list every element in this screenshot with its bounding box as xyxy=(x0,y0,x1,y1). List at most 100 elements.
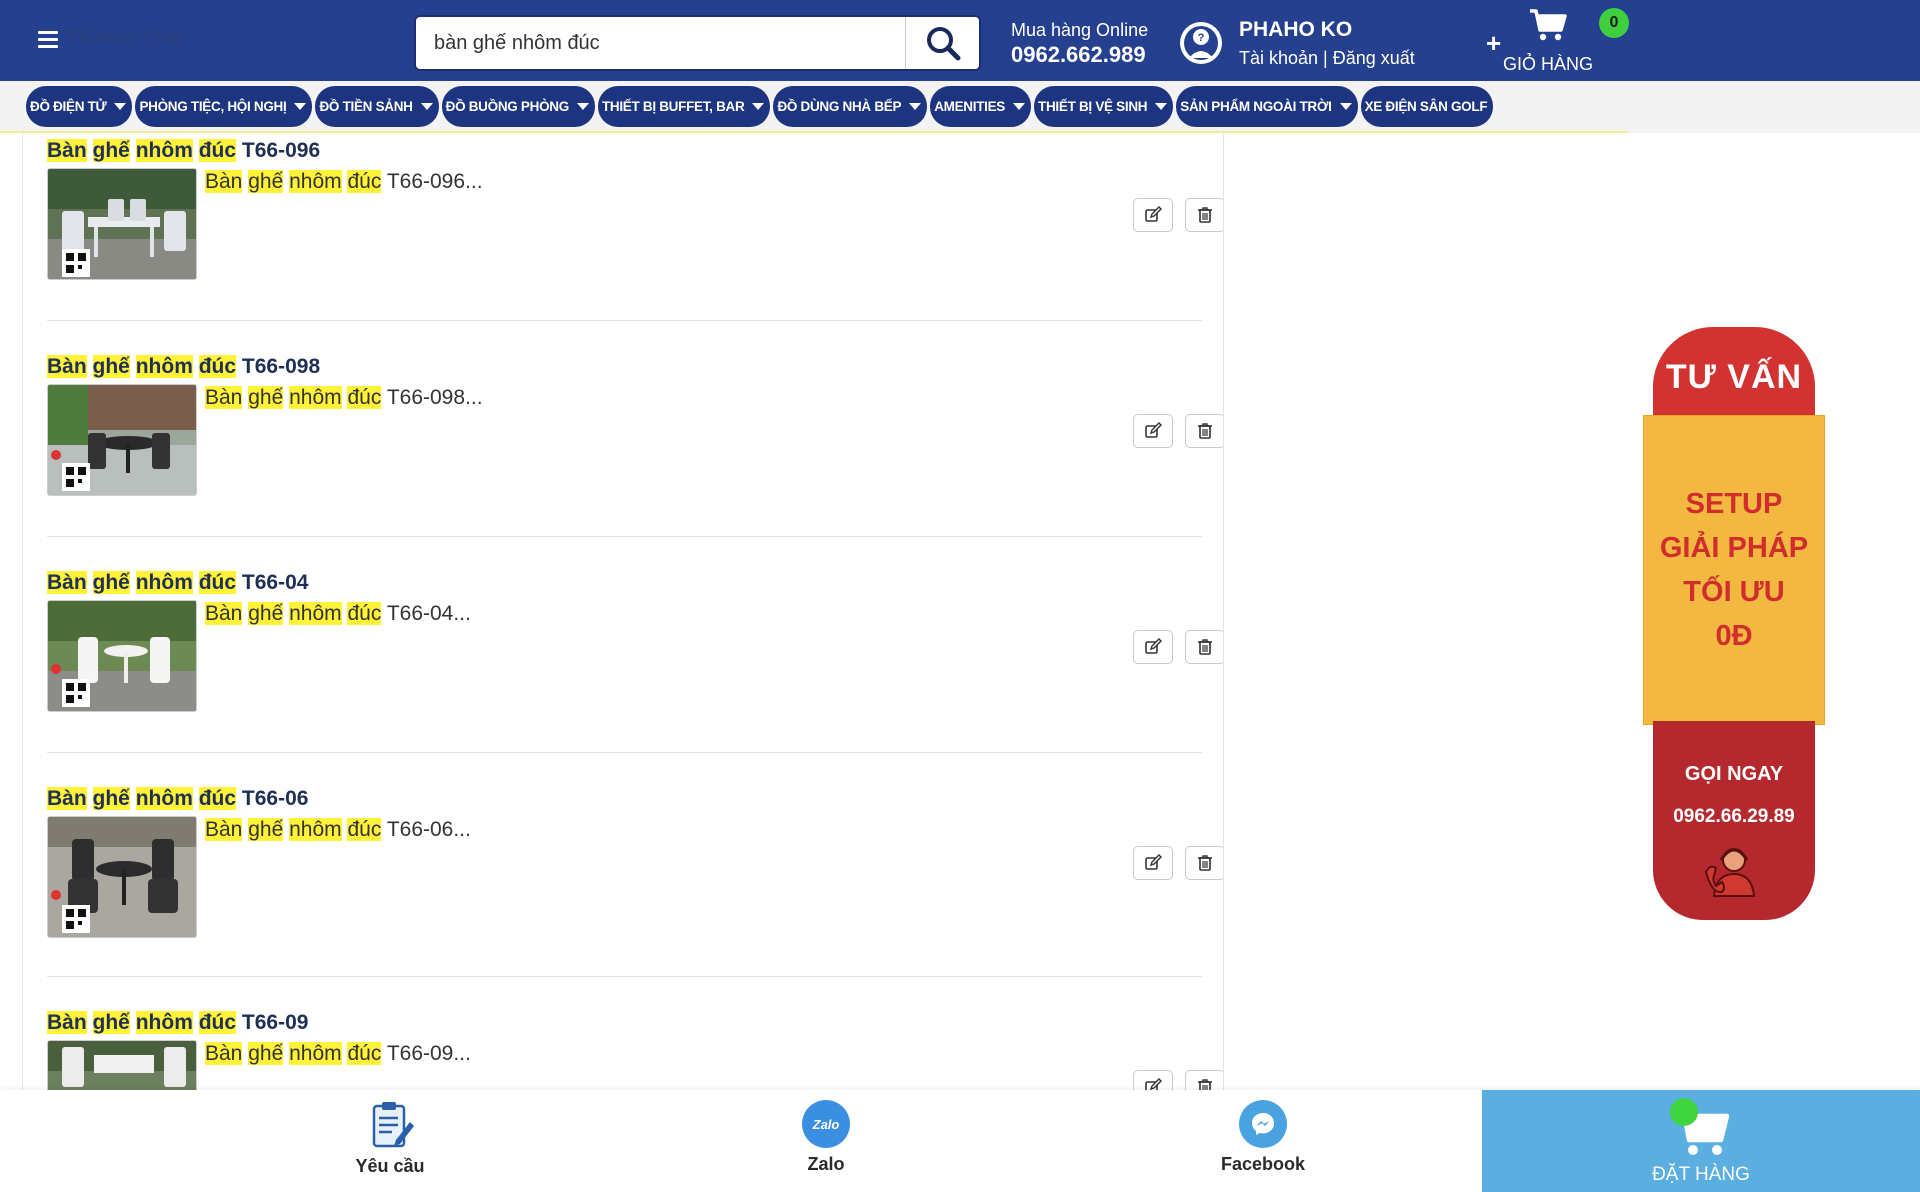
account-area: PHAHO KO Tài khoản | Đăng xuất xyxy=(1239,16,1415,72)
edit-button[interactable] xyxy=(1133,630,1173,664)
trash-icon xyxy=(1198,207,1212,223)
messenger-icon xyxy=(1239,1100,1287,1148)
result-description: Bàn ghế nhôm đúc T66-04... xyxy=(205,602,471,625)
product-thumbnail[interactable] xyxy=(47,1040,197,1090)
product-thumbnail[interactable] xyxy=(47,384,197,496)
nav-item-label: THIẾT BỊ BUFFET, BAR xyxy=(601,99,745,114)
nav-item-label: PHÒNG TIỆC, HỘI NGHỊ xyxy=(139,99,287,114)
nav-item-phong-tiec[interactable]: PHÒNG TIỆC, HỘI NGHỊ xyxy=(135,86,313,127)
caret-down-icon xyxy=(294,103,307,110)
caret-down-icon xyxy=(114,103,127,110)
home-link[interactable]: TRANG CHỦ xyxy=(66,28,185,50)
account-links[interactable]: Tài khoản | Đăng xuất xyxy=(1239,44,1415,72)
hotline: Mua hàng Online 0962.662.989 xyxy=(1011,19,1148,69)
delete-button[interactable] xyxy=(1185,414,1223,448)
support-agent-icon xyxy=(1704,848,1756,897)
edit-button[interactable] xyxy=(1133,198,1173,232)
nav-item-buffet-bar[interactable]: THIẾT BỊ BUFFET, BAR xyxy=(597,86,771,127)
request-label: Yêu cầu xyxy=(355,1156,425,1176)
zalo-label: Zalo xyxy=(807,1154,845,1174)
order-label: ĐẶT HÀNG xyxy=(1652,1164,1750,1185)
product-thumbnail[interactable] xyxy=(47,600,197,712)
category-nav-items: ĐỒ ĐIỆN TỬ PHÒNG TIỆC, HỘI NGHỊ ĐỒ TIỀN … xyxy=(26,86,1494,127)
nav-item-do-tien-sanh[interactable]: ĐỒ TIỀN SẢNH xyxy=(315,86,439,127)
zalo-icon: Zalo xyxy=(802,1100,850,1148)
caret-down-icon xyxy=(752,103,765,110)
row-divider xyxy=(47,976,1202,977)
bottom-bar: Yêu cầu Zalo Zalo Facebook ĐẶT HÀNG xyxy=(0,1090,1920,1192)
caret-down-icon xyxy=(909,103,922,110)
result-title[interactable]: Bàn ghế nhôm đúc T66-06 xyxy=(47,786,1202,812)
search-box xyxy=(414,15,981,71)
cart-label[interactable]: GIỎ HÀNG xyxy=(1503,54,1593,75)
nav-item-ngoai-troi[interactable]: SẢN PHẨM NGOÀI TRỜI xyxy=(1176,86,1358,127)
search-results: Bàn ghế nhôm đúc T66-096 Bàn ghế nhôm đú… xyxy=(22,133,1224,1090)
order-button[interactable]: ĐẶT HÀNG xyxy=(1482,1090,1920,1192)
cart-plus[interactable]: + xyxy=(1486,30,1501,56)
nav-item-label: THIẾT BỊ VỆ SINH xyxy=(1038,99,1148,114)
delete-button[interactable] xyxy=(1185,1070,1223,1090)
nav-item-label: AMENITIES xyxy=(934,99,1006,114)
facebook-label: Facebook xyxy=(1220,1154,1306,1174)
product-thumbnail[interactable] xyxy=(47,168,197,280)
request-button[interactable]: Yêu cầu xyxy=(340,1090,440,1192)
nav-item-label: ĐỒ TIỀN SẢNH xyxy=(319,99,413,114)
row-divider xyxy=(47,536,1202,537)
result-title[interactable]: Bàn ghế nhôm đúc T66-096 xyxy=(47,138,1202,164)
result-item: Bàn ghế nhôm đúc T66-096 Bàn ghế nhôm đú… xyxy=(47,138,1223,280)
nav-item-do-dien-tu[interactable]: ĐỒ ĐIỆN TỬ xyxy=(26,86,133,127)
account-name[interactable]: PHAHO KO xyxy=(1239,16,1415,44)
edit-icon xyxy=(1145,1078,1162,1090)
consult-phone[interactable]: 0962.66.29.89 xyxy=(1673,806,1795,828)
nav-item-label: ĐỒ DÙNG NHÀ BẾP xyxy=(777,99,902,114)
product-thumbnail[interactable] xyxy=(47,816,197,938)
hotline-number[interactable]: 0962.662.989 xyxy=(1011,41,1148,69)
result-item: Bàn ghế nhôm đúc T66-06 Bàn ghế nhôm đúc… xyxy=(47,786,1223,938)
result-title[interactable]: Bàn ghế nhôm đúc T66-09 xyxy=(47,1010,1202,1036)
result-item: Bàn ghế nhôm đúc T66-098 Bàn ghế nhôm đú… xyxy=(47,354,1223,496)
consult-top: TƯ VẤN xyxy=(1653,327,1815,427)
nav-item-nha-bep[interactable]: ĐỒ DÙNG NHÀ BẾP xyxy=(773,86,928,127)
nav-item-label: SẢN PHẨM NGOÀI TRỜI xyxy=(1180,99,1332,114)
result-description: Bàn ghế nhôm đúc T66-098... xyxy=(205,386,483,409)
delete-button[interactable] xyxy=(1185,846,1223,880)
trash-icon xyxy=(1198,423,1212,439)
edit-button[interactable] xyxy=(1133,414,1173,448)
result-item: Bàn ghế nhôm đúc T66-04 Bàn ghế nhôm đúc… xyxy=(47,570,1223,712)
consult-line: 0Đ xyxy=(1715,620,1753,652)
facebook-button[interactable]: Facebook xyxy=(1213,1090,1313,1192)
result-description: Bàn ghế nhôm đúc T66-096... xyxy=(205,170,483,193)
hamburger-icon[interactable] xyxy=(38,30,58,48)
nav-item-xe-dien-golf[interactable]: XE ĐIỆN SÂN GOLF xyxy=(1360,86,1494,127)
account-help-icon[interactable]: ? xyxy=(1178,20,1224,66)
consult-banner[interactable]: TƯ VẤN SETUP GIẢI PHÁP TỐI ƯU 0Đ GỌI NGA… xyxy=(1643,327,1825,920)
nav-item-label: ĐỒ BUỒNG PHÒNG xyxy=(445,99,570,114)
call-now-label: GỌI NGAY xyxy=(1684,763,1784,785)
caret-down-icon xyxy=(1339,103,1352,110)
header-bar: TRANG CHỦ Mua hàng Online 0962.662.989 ?… xyxy=(0,0,1920,81)
edit-icon xyxy=(1145,422,1162,438)
delete-button[interactable] xyxy=(1185,198,1223,232)
caret-down-icon xyxy=(420,103,433,110)
edit-button[interactable] xyxy=(1133,1070,1173,1090)
status-dot xyxy=(1670,1098,1698,1126)
nav-item-do-buong-phong[interactable]: ĐỒ BUỒNG PHÒNG xyxy=(441,86,595,127)
search-input[interactable] xyxy=(416,17,905,69)
nav-item-ve-sinh[interactable]: THIẾT BỊ VỆ SINH xyxy=(1034,86,1174,127)
delete-button[interactable] xyxy=(1185,630,1223,664)
zalo-button[interactable]: Zalo Zalo xyxy=(776,1090,876,1192)
nav-item-amenities[interactable]: AMENITIES xyxy=(930,86,1032,127)
nav-item-label: XE ĐIỆN SÂN GOLF xyxy=(1364,99,1488,114)
cart-icon[interactable] xyxy=(1528,8,1568,42)
consult-line: TỐI ƯU xyxy=(1683,576,1785,608)
consult-bottom: GỌI NGAY 0962.66.29.89 xyxy=(1653,721,1815,920)
result-title[interactable]: Bàn ghế nhôm đúc T66-04 xyxy=(47,570,1202,596)
result-title[interactable]: Bàn ghế nhôm đúc T66-098 xyxy=(47,354,1202,380)
menu-toggle[interactable]: TRANG CHỦ xyxy=(38,28,185,50)
search-button[interactable] xyxy=(905,17,979,69)
result-description: Bàn ghế nhôm đúc T66-06... xyxy=(205,818,471,841)
clipboard-icon xyxy=(372,1102,414,1148)
edit-button[interactable] xyxy=(1133,846,1173,880)
caret-down-icon xyxy=(576,103,589,110)
nav-item-label: ĐỒ ĐIỆN TỬ xyxy=(30,99,107,114)
